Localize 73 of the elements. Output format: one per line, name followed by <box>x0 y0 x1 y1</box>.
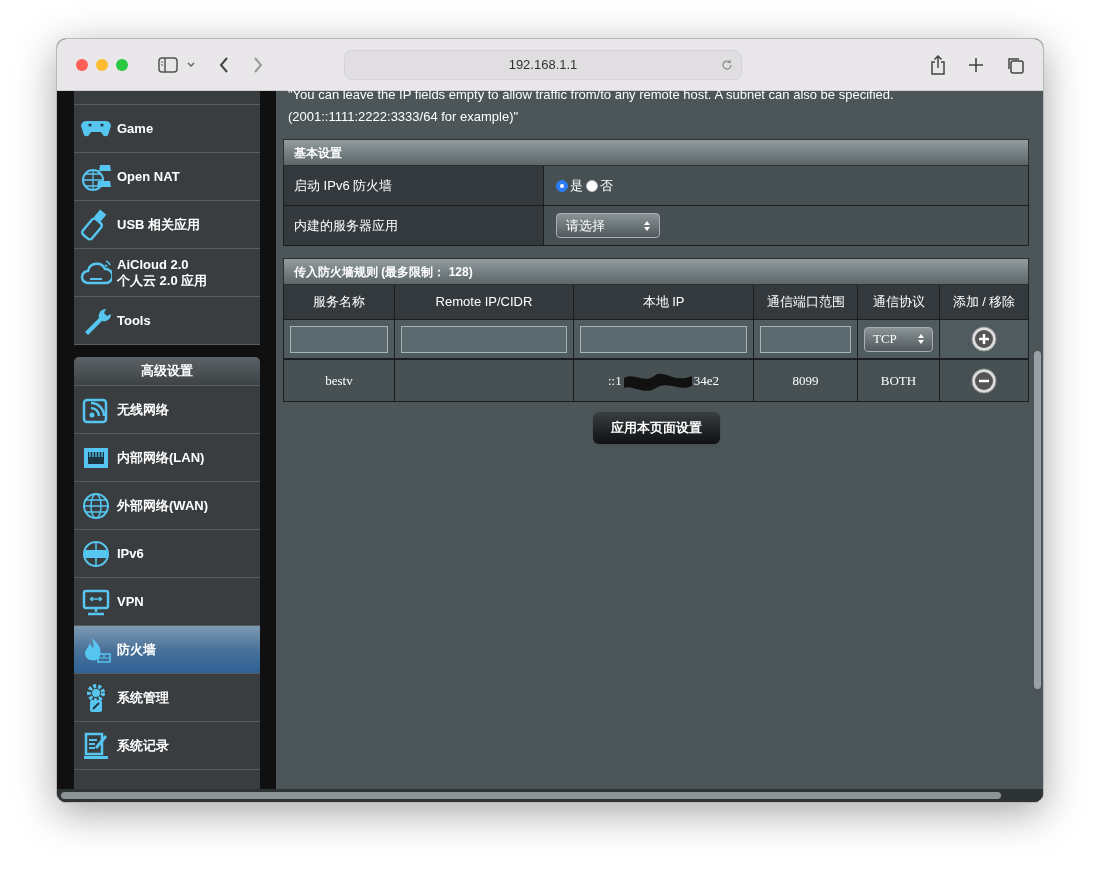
sidebar-icon[interactable] <box>158 56 178 73</box>
share-icon[interactable] <box>930 54 946 75</box>
column-header: 服务名称 <box>284 285 395 319</box>
sidebar-item[interactable]: Game <box>74 105 260 153</box>
input-field[interactable] <box>290 325 388 353</box>
section-header: 基本设置 <box>283 139 1029 166</box>
radio-button[interactable] <box>586 179 598 192</box>
sidebar-item-label: USB 相关应用 <box>117 216 201 233</box>
table-cell-text: bestv <box>325 371 353 390</box>
sidebar-item-label: VPN <box>117 593 144 610</box>
table-cell-text: ::1 <box>608 371 622 390</box>
sidebar-item[interactable]: USB 相关应用 <box>74 201 260 249</box>
column-header: 添加 / 移除 <box>940 285 1029 319</box>
maximize-icon[interactable] <box>116 58 128 71</box>
sidebar-item-label: IPv6 <box>117 545 144 562</box>
sidebar-item-label: 外部网络(WAN) <box>117 497 208 514</box>
close-icon[interactable] <box>76 58 88 71</box>
sidebar-item-label: Tools <box>117 312 151 329</box>
sidebar-item[interactable]: 外部网络(WAN) <box>74 482 260 530</box>
sidebar-item[interactable]: VPN <box>74 578 260 626</box>
radio-label: 是 <box>570 176 583 195</box>
select-field[interactable]: 请选择 <box>556 213 660 238</box>
apply-button[interactable]: 应用本页面设置 <box>592 412 720 444</box>
radio-label: 否 <box>600 176 613 195</box>
address-field[interactable]: 192.168.1.1 <box>344 49 742 80</box>
table-cell-text: 8099 <box>792 371 819 390</box>
column-header: 本地 IP <box>574 285 754 319</box>
updown-icon <box>644 220 650 231</box>
sidebar-item-label: 系统管理 <box>117 689 169 706</box>
column-header: Remote IP/CIDR <box>395 285 574 319</box>
sidebar-item[interactable]: AiCloud 2.0 个人云 2.0 应用 <box>74 249 260 297</box>
sidebar-item[interactable]: Tools <box>74 297 260 345</box>
input-field[interactable] <box>580 325 747 353</box>
table-cell-text: BOTH <box>880 371 917 390</box>
sidebar-item[interactable]: 无线网络 <box>74 386 260 434</box>
input-field[interactable] <box>401 325 567 353</box>
sidebar-item[interactable]: 内部网络(LAN) <box>74 434 260 482</box>
select-field[interactable]: TCP <box>864 326 933 352</box>
sidebar-item-label: AiCloud 2.0 <box>117 256 190 273</box>
sidebar-item-label: 内部网络(LAN) <box>117 449 205 466</box>
section-header: 高级设置 <box>74 357 260 386</box>
plus-icon[interactable] <box>968 56 984 73</box>
add-icon[interactable] <box>971 326 997 352</box>
forward-icon[interactable] <box>252 55 264 74</box>
section-header: 传入防火墙规则 (最多限制： 128) <box>283 258 1029 285</box>
sidebar-item[interactable]: 系统管理 <box>74 674 260 722</box>
chevron-down-icon[interactable] <box>186 60 196 69</box>
note-text: (2001::1111:2222:3333/64 for example)" <box>288 108 520 126</box>
back-icon[interactable] <box>218 55 230 74</box>
sidebar-item-label: 无线网络 <box>117 401 169 418</box>
sidebar-item-label: 个人云 2.0 应用 <box>117 272 208 289</box>
sidebar-item-label: 系统记录 <box>117 737 169 754</box>
sidebar-item[interactable]: 防火墙 <box>74 626 260 674</box>
table-cell-text: 34e2 <box>693 371 719 390</box>
remove-icon[interactable] <box>971 367 997 394</box>
scrollbar[interactable] <box>1034 351 1041 689</box>
scrollbar[interactable] <box>61 792 1001 799</box>
sidebar-item[interactable]: 系统记录 <box>74 722 260 770</box>
sidebar-item[interactable]: Open NAT <box>74 153 260 201</box>
sidebar-item-label: 防火墙 <box>117 641 156 658</box>
field-label: 启动 IPv6 防火墙 <box>284 166 544 205</box>
reload-icon[interactable] <box>721 58 733 71</box>
column-header: 通信协议 <box>858 285 940 319</box>
sidebar-item[interactable]: IPv6 <box>74 530 260 578</box>
tabs-icon[interactable] <box>1006 55 1024 74</box>
sidebar-item-label: Game <box>117 120 154 137</box>
updown-icon <box>918 334 924 344</box>
column-header: 通信端口范围 <box>754 285 858 319</box>
field-label: 内建的服务器应用 <box>284 206 544 245</box>
sidebar-item-label: Open NAT <box>117 168 180 185</box>
radio-button[interactable] <box>556 179 568 192</box>
note-text: "You can leave the IP fields empty to allow traffic from/to any remote host. A subnet can also be specified. <box>288 86 895 104</box>
input-field[interactable] <box>760 325 851 353</box>
